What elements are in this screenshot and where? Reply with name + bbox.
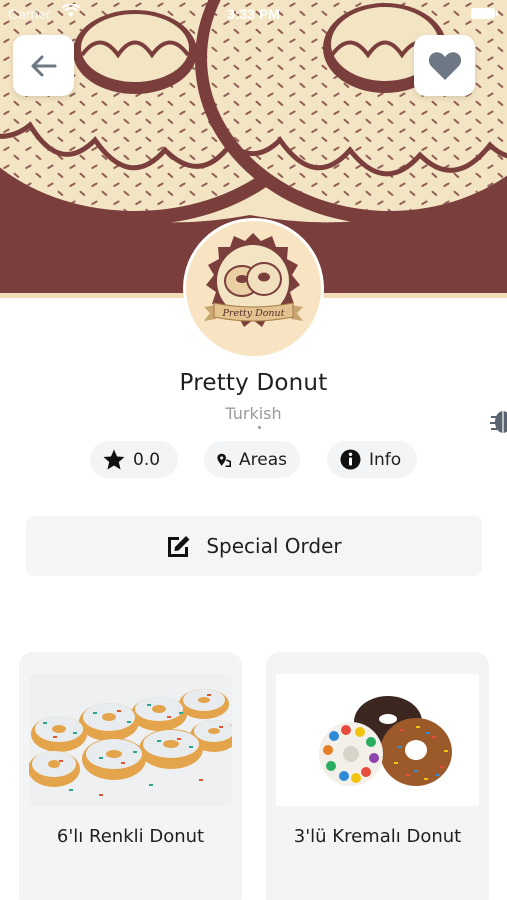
battery-icon — [471, 8, 498, 19]
debug-bug-icon[interactable] — [489, 406, 507, 438]
product-image — [276, 674, 479, 806]
rating-pill[interactable]: 0.0 — [90, 441, 178, 478]
product-card[interactable]: 6'lı Renkli Donut — [19, 652, 242, 900]
favorite-button[interactable] — [414, 35, 475, 96]
divider-dot — [258, 426, 261, 429]
product-name: 6'lı Renkli Donut — [56, 826, 205, 847]
areas-pill[interactable]: Areas — [204, 441, 300, 478]
product-image — [29, 674, 232, 806]
rating-value: 0.0 — [133, 449, 161, 470]
map-pin-icon — [217, 453, 232, 467]
store-cuisine: Turkish — [225, 404, 282, 423]
info-icon — [340, 449, 361, 470]
status-time: 3:33 PM — [227, 6, 280, 22]
store-name: Pretty Donut — [179, 370, 328, 396]
product-card[interactable]: 3'lü Kremalı Donut — [266, 652, 489, 900]
info-pill[interactable]: Info — [327, 441, 417, 478]
logo-text: Pretty Donut — [222, 308, 285, 319]
status-bar: Carrier 3:33 PM — [0, 0, 507, 28]
edit-icon — [168, 536, 190, 557]
star-icon — [103, 449, 125, 470]
heart-icon — [428, 51, 461, 80]
info-label: Info — [369, 449, 402, 470]
special-order-button[interactable]: Special Order — [26, 516, 482, 576]
store-logo: Pretty Donut — [186, 221, 321, 356]
product-name: 3'lü Kremalı Donut — [293, 826, 462, 847]
back-button[interactable] — [13, 35, 74, 96]
special-order-label: Special Order — [206, 534, 342, 558]
arrow-left-icon — [31, 55, 56, 76]
areas-label: Areas — [239, 449, 287, 470]
